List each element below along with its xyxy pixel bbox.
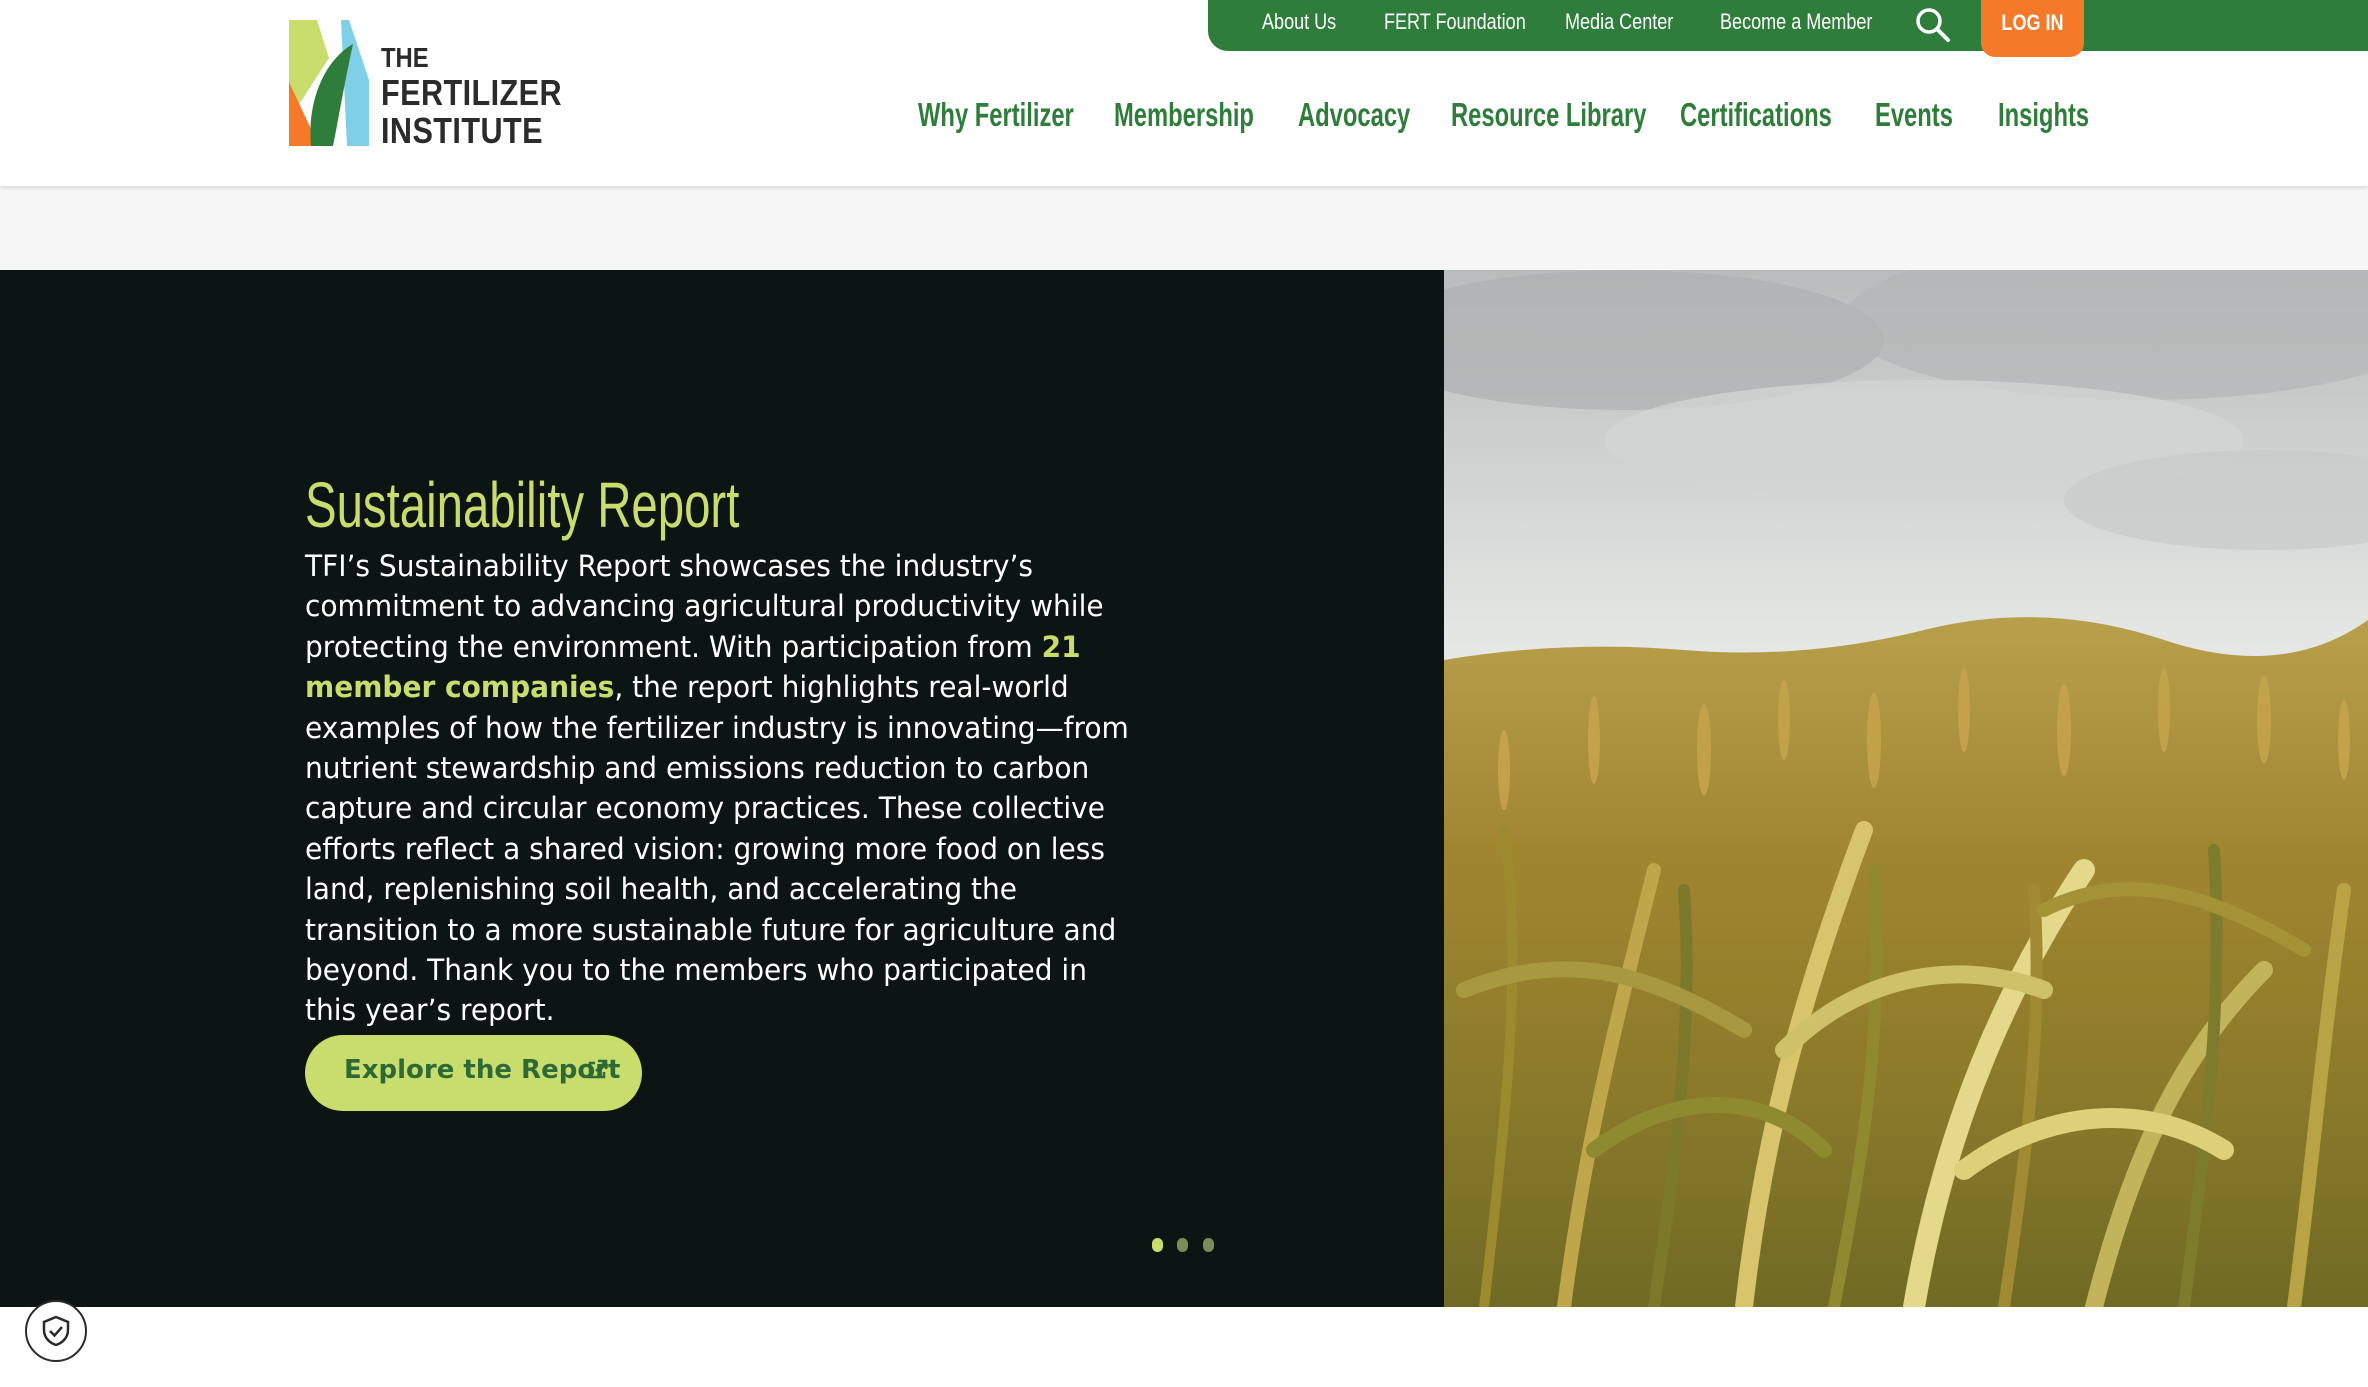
header-spacer-band xyxy=(0,186,2368,270)
hero-cornfield-image xyxy=(1444,270,2368,1307)
logo-line-2: FERTILIZER xyxy=(381,72,563,113)
explore-report-button[interactable]: Explore the Report xyxy=(305,1035,642,1111)
nav-resource-library[interactable]: Resource Library xyxy=(1451,96,1646,134)
hero-text-body: , the report highlights real-world examp… xyxy=(305,670,1129,1028)
login-label: LOG IN xyxy=(2001,10,2064,35)
utility-link-media-center[interactable]: Media Center xyxy=(1565,9,1673,35)
site-logo[interactable]: THE FERTILIZER INSTITUTE xyxy=(289,20,562,150)
utility-link-about-us[interactable]: About Us xyxy=(1262,9,1336,35)
logo-line-3: INSTITUTE xyxy=(381,110,543,151)
login-button[interactable]: LOG IN xyxy=(1981,0,2084,57)
logo-wordmark: THE FERTILIZER INSTITUTE xyxy=(381,42,562,150)
carousel-dot-2[interactable] xyxy=(1177,1238,1188,1252)
explore-report-label: Explore the Report xyxy=(344,1055,621,1085)
search-icon[interactable] xyxy=(1913,5,1953,45)
logo-line-1: THE xyxy=(381,42,429,73)
privacy-settings-button[interactable] xyxy=(25,1300,87,1362)
carousel-dot-1[interactable] xyxy=(1152,1238,1163,1252)
utility-link-become-member[interactable]: Become a Member xyxy=(1720,9,1872,35)
nav-insights[interactable]: Insights xyxy=(1998,96,2089,134)
carousel-dot-3[interactable] xyxy=(1203,1238,1214,1252)
nav-why-fertilizer[interactable]: Why Fertilizer xyxy=(918,96,1074,134)
utility-link-fert-foundation[interactable]: FERT Foundation xyxy=(1384,9,1526,35)
hero-text-intro: TFI’s Sustainability Report showcases th… xyxy=(305,549,1104,664)
nav-membership[interactable]: Membership xyxy=(1114,96,1254,134)
logo-mark-icon xyxy=(289,20,369,146)
site-header: THE FERTILIZER INSTITUTE About Us FERT F… xyxy=(0,0,2368,186)
external-link-icon xyxy=(588,1059,608,1079)
nav-advocacy[interactable]: Advocacy xyxy=(1298,96,1410,134)
hero-description: TFI’s Sustainability Report showcases th… xyxy=(305,546,1141,1031)
nav-events[interactable]: Events xyxy=(1875,96,1953,134)
shield-check-icon xyxy=(42,1315,70,1347)
cornfield-illustration xyxy=(1444,270,2368,1307)
hero-title: Sustainability Report xyxy=(305,469,740,541)
nav-certifications[interactable]: Certifications xyxy=(1680,96,1832,134)
